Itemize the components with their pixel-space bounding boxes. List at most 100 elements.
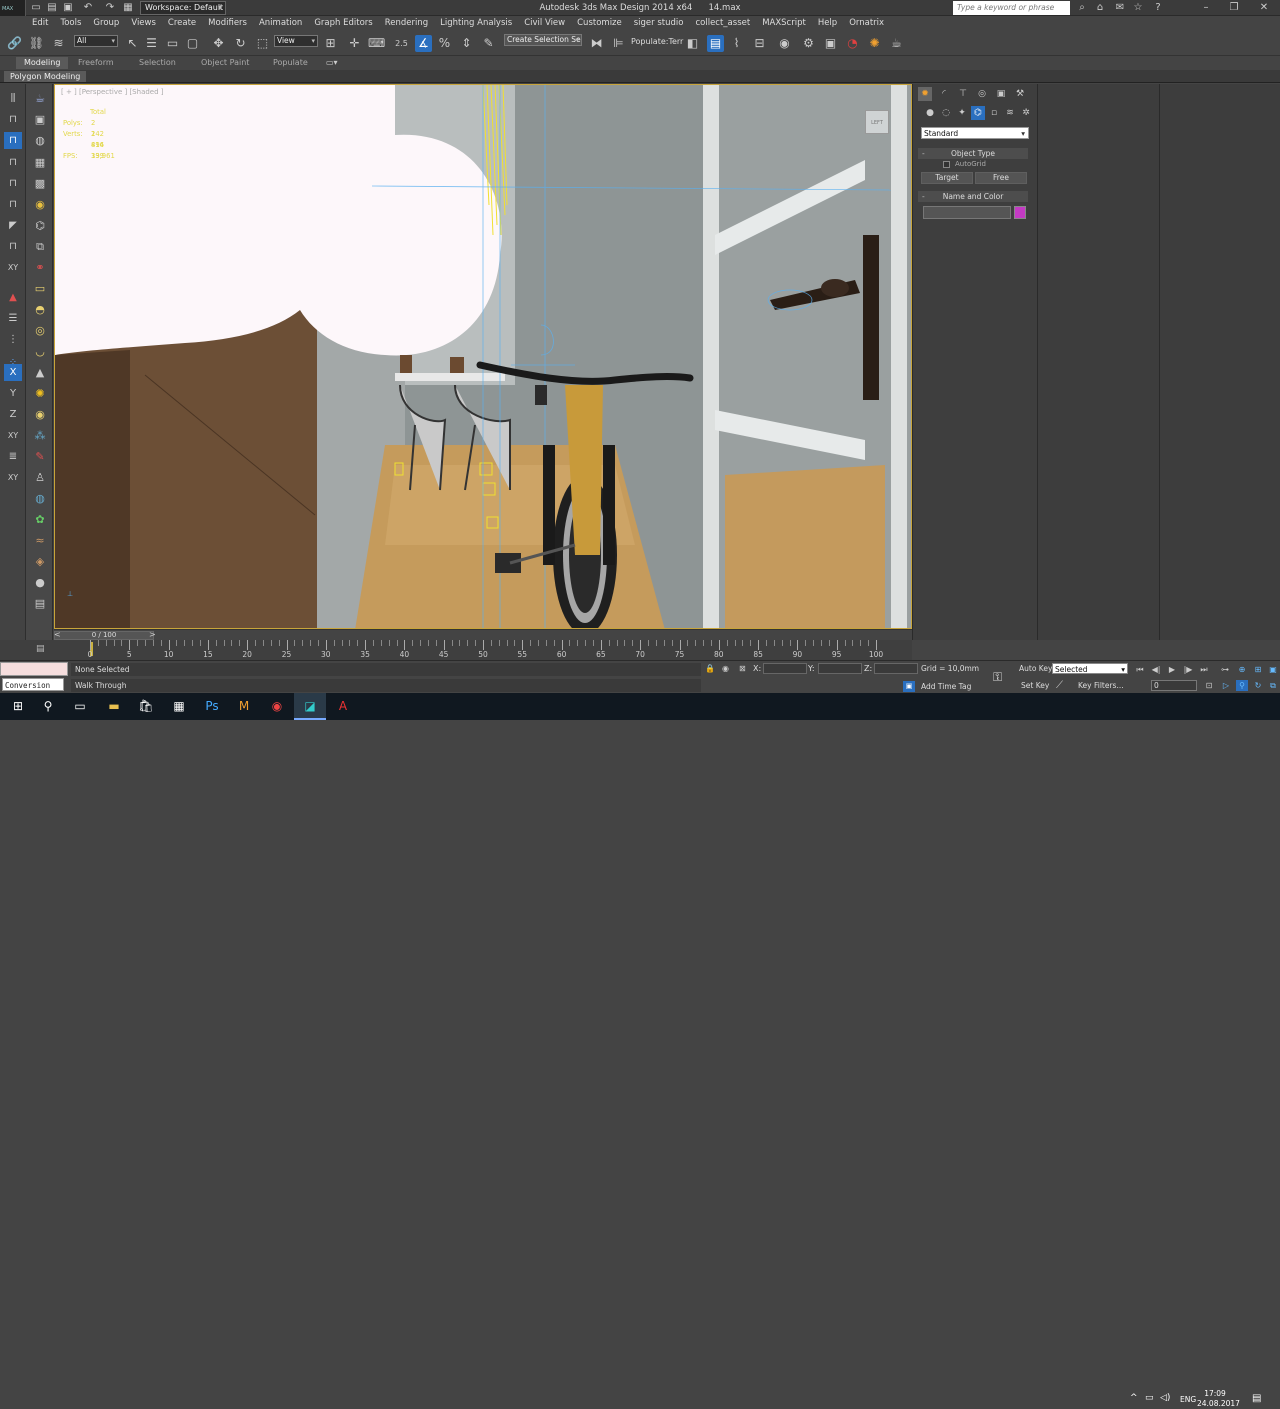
shapes-icon[interactable]: ◌: [939, 106, 953, 120]
tray-chevron-icon[interactable]: ^: [1130, 1393, 1138, 1403]
xy-plane-icon[interactable]: XY: [4, 259, 22, 276]
space-warps-icon[interactable]: ≋: [1003, 106, 1017, 120]
menu-customize[interactable]: Customize: [571, 16, 628, 30]
helper-icon[interactable]: ⧉: [31, 238, 49, 255]
keyboard-shortcut-override-icon[interactable]: ⌨: [368, 35, 385, 52]
mirror-icon[interactable]: ⧓: [588, 35, 605, 52]
menu-lighting-analysis[interactable]: Lighting Analysis: [434, 16, 518, 30]
rotate-icon[interactable]: ↻: [232, 35, 249, 52]
foliage-icon[interactable]: ✿: [31, 511, 49, 528]
menu-edit[interactable]: Edit: [26, 16, 54, 30]
keyword-search-input[interactable]: Type a keyword or phrase: [953, 1, 1070, 15]
tab-selection[interactable]: Selection: [131, 57, 184, 69]
key-filters-button[interactable]: Key Filters...: [1078, 681, 1124, 690]
network-icon[interactable]: ▭: [1145, 1393, 1154, 1403]
time-slider-thumb[interactable]: 0 / 100: [54, 631, 154, 640]
search-icon[interactable]: ⌕: [1076, 2, 1088, 14]
communication-center-icon[interactable]: ✉: [1114, 2, 1126, 14]
render-iterative-icon[interactable]: ✺: [866, 35, 883, 52]
box-icon[interactable]: ▣: [31, 111, 49, 128]
spacewarp-icon[interactable]: ⚭: [31, 259, 49, 276]
curve-editor-icon[interactable]: ⌇: [728, 35, 745, 52]
constraint-icon[interactable]: ⊓: [4, 154, 22, 171]
previous-frame-icon[interactable]: ◀|: [1150, 664, 1162, 675]
hair-icon[interactable]: ≈: [31, 532, 49, 549]
set-key-button[interactable]: Set Key: [1021, 681, 1049, 690]
magnet-icon[interactable]: ⊓: [4, 111, 22, 128]
dome-icon[interactable]: ◓: [31, 301, 49, 318]
store-icon[interactable]: 🛍: [130, 693, 162, 720]
link-icon[interactable]: 🔗: [6, 35, 23, 52]
menu-rendering[interactable]: Rendering: [379, 16, 434, 30]
object-color-swatch[interactable]: [1014, 206, 1026, 219]
time-configuration-icon[interactable]: ⊡: [1203, 680, 1215, 691]
perspective-viewport[interactable]: [ + ] [Perspective ] [Shaded ] Total Pol…: [54, 84, 912, 629]
cameras-icon[interactable]: ⌬: [971, 106, 985, 120]
autodesk-icon[interactable]: A: [327, 693, 359, 720]
create-tab-icon[interactable]: ✹: [918, 87, 932, 101]
zoom-extents-icon[interactable]: ▣: [1267, 664, 1279, 675]
xy-plane-2-icon[interactable]: XY: [4, 469, 22, 486]
isolate-icon[interactable]: ◉: [722, 664, 729, 673]
scale-icon[interactable]: ⬚: [254, 35, 271, 52]
photoshop-icon[interactable]: Ps: [196, 693, 228, 720]
stack-icon[interactable]: ≣: [4, 448, 22, 465]
menu-collect-asset[interactable]: collect_asset: [689, 16, 756, 30]
maxscript-input[interactable]: Conversion di: [2, 678, 64, 703]
lock-selection-icon[interactable]: 🔒: [705, 664, 715, 673]
polygon-modeling-panel[interactable]: Polygon Modeling: [4, 71, 87, 82]
geometry-icon[interactable]: ●: [923, 106, 937, 120]
brush-icon[interactable]: ◤: [4, 217, 22, 234]
tube-icon[interactable]: ◎: [31, 322, 49, 339]
viewport-label[interactable]: [ + ] [Perspective ] [Shaded ]: [61, 88, 164, 96]
unlink-icon[interactable]: ⛓: [28, 35, 45, 52]
app-m-icon[interactable]: M: [228, 693, 260, 720]
paint-brush-icon[interactable]: ✎: [31, 448, 49, 465]
bind-space-warp-icon[interactable]: ≋: [50, 35, 67, 52]
menu-siger-studio[interactable]: siger studio: [628, 16, 690, 30]
auto-key-button[interactable]: Auto Key: [1019, 664, 1052, 673]
close-button[interactable]: ✕: [1250, 0, 1278, 16]
systems-icon[interactable]: ✲: [1019, 106, 1033, 120]
pivot-center-icon[interactable]: ⊞: [322, 35, 339, 52]
subscription-icon[interactable]: ⌂: [1094, 2, 1106, 14]
menu-ornatrix[interactable]: Ornatrix: [843, 16, 890, 30]
menu-maxscript[interactable]: MAXScript: [756, 16, 812, 30]
curve-editor-mini-icon[interactable]: ▤: [36, 644, 45, 654]
xy-constraint-icon[interactable]: XY: [4, 427, 22, 444]
maxscript-listener-mini[interactable]: [0, 662, 68, 676]
key-mode-toggle-icon[interactable]: ⊶: [1219, 664, 1231, 675]
ribbon-minimize-icon[interactable]: ▭▾: [326, 58, 338, 67]
menu-modifiers[interactable]: Modifiers: [202, 16, 253, 30]
x-coordinate-field[interactable]: [763, 663, 807, 674]
start-button-icon[interactable]: ⊞: [2, 693, 34, 720]
select-manipulate-icon[interactable]: ✛: [346, 35, 363, 52]
hierarchy-tab-icon[interactable]: ⊤: [956, 87, 970, 101]
plane-icon[interactable]: ▩: [31, 175, 49, 192]
next-frame-icon[interactable]: |▶: [1182, 664, 1194, 675]
walk-through-icon[interactable]: ⚲: [1236, 680, 1248, 691]
time-slider[interactable]: 0 / 100 < >: [54, 629, 912, 640]
graphite-tool-icon[interactable]: ⫼: [4, 90, 22, 107]
viewcube[interactable]: LEFT: [865, 110, 889, 134]
sphere-icon[interactable]: ◍: [31, 132, 49, 149]
torus-icon[interactable]: ◉: [31, 406, 49, 423]
tab-populate[interactable]: Populate: [265, 57, 316, 69]
slider-next-icon[interactable]: >: [149, 630, 156, 639]
ball-icon[interactable]: ●: [31, 574, 49, 591]
angle-snap-icon[interactable]: ∡: [415, 35, 432, 52]
ribbon-toggle-icon[interactable]: ▤: [707, 35, 724, 52]
select-by-name-icon[interactable]: ☰: [143, 35, 160, 52]
menu-graph-editors[interactable]: Graph Editors: [308, 16, 378, 30]
add-time-tag-button[interactable]: Add Time Tag: [921, 682, 971, 691]
target-camera-button[interactable]: Target: [921, 172, 973, 184]
rendered-frame-window-icon[interactable]: ▣: [822, 35, 839, 52]
layer-manager-icon[interactable]: ◧: [684, 35, 701, 52]
object-type-rollout[interactable]: - Object Type: [918, 148, 1028, 159]
script-icon[interactable]: ▤: [31, 595, 49, 612]
autogrid-checkbox[interactable]: [943, 161, 950, 168]
spacing-icon[interactable]: ⋮: [4, 331, 22, 348]
lights-icon[interactable]: ✦: [955, 106, 969, 120]
3ds-max-taskbar-icon[interactable]: ◪: [294, 693, 326, 720]
y-coordinate-field[interactable]: [818, 663, 862, 674]
